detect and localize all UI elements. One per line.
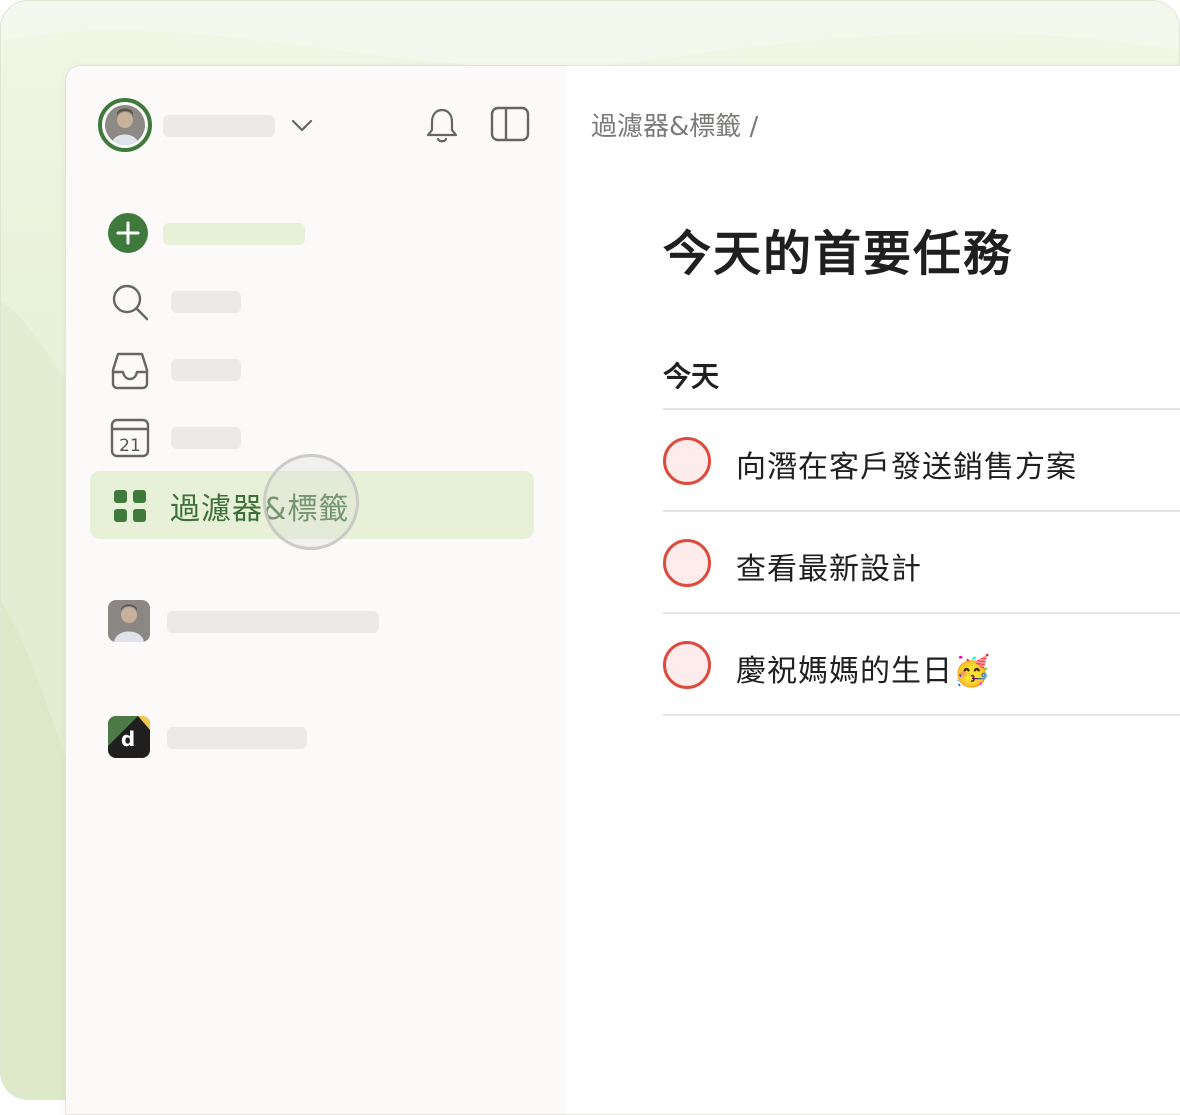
section-divider — [663, 408, 1180, 410]
task-label[interactable]: 向潛在客戶發送銷售方案 — [736, 442, 1077, 486]
bell-icon[interactable] — [422, 104, 462, 146]
task-checkbox[interactable] — [663, 437, 711, 485]
calendar-today-icon[interactable]: 21 — [108, 416, 152, 460]
task-divider — [663, 510, 1180, 512]
workspace-label-placeholder — [167, 727, 307, 749]
user-name-placeholder — [163, 115, 275, 137]
add-task-label-placeholder — [163, 223, 305, 245]
sidebar: 21 過濾器&標籤 d — [66, 66, 566, 1114]
task-divider — [663, 714, 1180, 716]
cursor-highlight — [263, 454, 359, 550]
today-label-placeholder — [171, 427, 241, 449]
search-row[interactable] — [90, 267, 534, 335]
chevron-down-icon[interactable] — [288, 112, 316, 140]
task-label[interactable]: 慶祝媽媽的生日🥳 — [736, 646, 991, 690]
inbox-icon[interactable] — [108, 348, 152, 392]
workspace-logo-icon[interactable]: d — [108, 716, 150, 758]
user-avatar[interactable] — [98, 98, 152, 152]
project-label-placeholder — [167, 611, 379, 633]
task-divider — [663, 612, 1180, 614]
add-task-row[interactable] — [90, 199, 534, 267]
task-checkbox[interactable] — [663, 641, 711, 689]
inbox-row[interactable] — [90, 335, 534, 403]
avatar-photo — [105, 105, 145, 145]
section-title: 今天 — [663, 360, 720, 393]
project-avatar[interactable] — [108, 600, 150, 642]
svg-text:d: d — [121, 727, 135, 751]
search-label-placeholder — [171, 291, 241, 313]
inbox-label-placeholder — [171, 359, 241, 381]
search-icon[interactable] — [108, 280, 152, 324]
app-window: 21 過濾器&標籤 d 過濾器&標籤 / 今天的首要任務 今天 向潛在客戶發送銷… — [65, 65, 1180, 1115]
filters-grid-icon — [112, 488, 148, 524]
sidebar-toggle-icon[interactable] — [488, 104, 532, 144]
svg-text:21: 21 — [119, 436, 141, 456]
add-task-icon[interactable] — [108, 213, 148, 253]
task-label[interactable]: 查看最新設計 — [736, 544, 922, 588]
breadcrumb[interactable]: 過濾器&標籤 / — [591, 106, 758, 143]
main-content: 過濾器&標籤 / 今天的首要任務 今天 向潛在客戶發送銷售方案 查看最新設計 慶… — [566, 66, 1180, 1114]
page-title: 今天的首要任務 — [663, 226, 1014, 282]
task-checkbox[interactable] — [663, 539, 711, 587]
